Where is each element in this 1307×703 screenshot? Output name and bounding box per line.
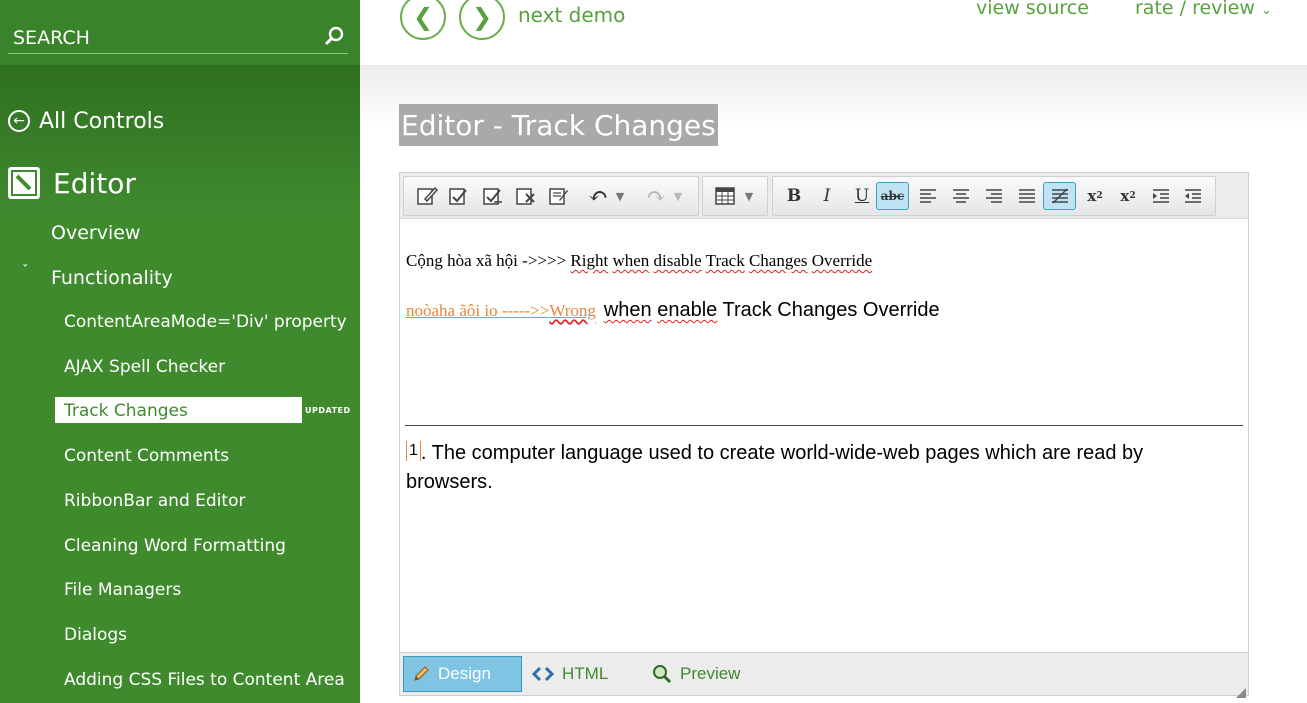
sub-item-cleaning-word[interactable]: Cleaning Word Formatting	[64, 536, 286, 556]
align-right-icon[interactable]	[980, 182, 1008, 210]
sub-item-spell-checker[interactable]: AJAX Spell Checker	[64, 357, 225, 377]
rich-text-editor: ↶ ▼ ↷ ▼ ▼ B I U abc x2 x2 Cộng hòa xã hộ…	[399, 172, 1249, 698]
line2-word: when	[603, 299, 652, 321]
line2-rest: Track Changes Override	[717, 299, 940, 321]
content-line-1: Cộng hòa xã hội ->>>> Right when disable…	[406, 251, 872, 271]
line3-text: . The computer language used to create w…	[406, 442, 1144, 493]
enable-track-changes-icon[interactable]	[413, 182, 441, 210]
top-bar: ❮ ❯ next demo view source rate / review …	[360, 0, 1307, 65]
editor-toolbar: ↶ ▼ ↷ ▼ ▼ B I U abc x2 x2	[400, 173, 1248, 219]
line2-word: enable	[657, 299, 718, 321]
sub-item-adding-css[interactable]: Adding CSS Files to Content Area	[64, 670, 345, 690]
tab-design[interactable]: Design	[403, 656, 522, 692]
align-left-icon[interactable]	[914, 182, 942, 210]
tracked-insertion: noòaha ãôi io ----->>Wrong	[406, 301, 596, 320]
editor-mode-bar: Design HTML Preview	[400, 652, 1248, 698]
redo-dropdown-icon: ▼	[673, 189, 683, 203]
bold-icon[interactable]: B	[780, 182, 808, 210]
table-icon[interactable]	[711, 182, 739, 210]
content-line-3: 1. The computer language used to create …	[406, 439, 1206, 497]
table-tool-group: ▼	[702, 176, 768, 216]
sub-item-file-managers[interactable]: File Managers	[64, 580, 181, 600]
line1-word: Track	[705, 251, 745, 270]
table-dropdown-icon[interactable]: ▼	[741, 182, 757, 210]
accept-all-changes-icon[interactable]	[479, 182, 507, 210]
tracked-insertion-text: noòaha ãôi io ----->>	[406, 301, 550, 320]
line1-word: Right	[570, 251, 609, 270]
chevron-down-icon[interactable]: ˇ	[22, 264, 29, 279]
nav-item-overview[interactable]: Overview	[51, 222, 140, 244]
tab-html-label: HTML	[562, 664, 609, 683]
align-center-icon[interactable]	[947, 182, 975, 210]
magnifier-icon	[652, 664, 672, 684]
tab-preview[interactable]: Preview	[650, 656, 740, 692]
superscript-icon[interactable]: x2	[1081, 182, 1109, 210]
search-box	[0, 0, 360, 65]
sidebar: ← All Controls Editor Overview ˇ Functio…	[0, 0, 360, 703]
back-arrow-icon: ←	[8, 110, 30, 132]
rate-review-link[interactable]: rate / review ⌄	[1135, 0, 1272, 19]
indent-icon[interactable]	[1147, 182, 1175, 210]
sub-item-dialogs[interactable]: Dialogs	[64, 625, 127, 645]
chevron-right-icon: ❯	[471, 3, 493, 31]
tab-preview-label: Preview	[680, 664, 741, 683]
editor-content-area[interactable]: Cộng hòa xã hội ->>>> Right when disable…	[400, 219, 1248, 651]
subscript-icon[interactable]: x2	[1114, 182, 1142, 210]
page-title: Editor - Track Changes	[399, 104, 718, 146]
nav-item-functionality[interactable]: Functionality	[51, 267, 173, 289]
line1-word: disable	[653, 251, 702, 270]
line1-prefix: Cộng hòa xã hội ->>>>	[406, 251, 571, 270]
next-demo-button[interactable]: ❯	[459, 0, 505, 40]
pencil-icon	[412, 665, 430, 683]
sub-item-content-area-mode[interactable]: ContentAreaMode='Div' property	[64, 312, 347, 332]
sub-item-ribbonbar[interactable]: RibbonBar and Editor	[64, 491, 245, 511]
tab-design-label: Design	[438, 664, 491, 683]
editor-icon	[8, 167, 40, 199]
line2-text: when enable Track Changes Override	[604, 299, 940, 321]
remove-alignment-icon[interactable]	[1043, 182, 1076, 210]
reject-all-changes-icon[interactable]	[545, 182, 573, 210]
reject-change-icon[interactable]	[512, 182, 540, 210]
resize-handle-icon[interactable]	[1236, 683, 1246, 698]
section-title: Editor	[8, 166, 136, 200]
view-source-link[interactable]: view source	[976, 0, 1089, 19]
horizontal-rule	[405, 425, 1243, 426]
redo-icon: ↷	[645, 182, 667, 210]
undo-dropdown-icon[interactable]: ▼	[612, 182, 628, 210]
main-content: Editor - Track Changes ↶ ▼ ↷ ▼ ▼ B I U a…	[360, 65, 1307, 703]
chevron-left-icon: ❮	[412, 3, 434, 31]
search-icon[interactable]	[323, 26, 345, 48]
line1-word: Changes	[748, 251, 808, 270]
accept-change-icon[interactable]	[445, 182, 473, 210]
sub-item-track-changes[interactable]: Track Changes	[55, 397, 302, 423]
updated-badge: UPDATED	[305, 406, 351, 415]
all-controls-label: All Controls	[39, 108, 165, 134]
section-title-label: Editor	[53, 166, 136, 200]
strikethrough-icon[interactable]: abc	[876, 182, 909, 210]
tracked-insertion-word: Wrong	[549, 301, 596, 320]
rate-review-label: rate / review	[1135, 0, 1255, 19]
line1-word: Override	[811, 251, 873, 270]
code-icon	[532, 666, 554, 682]
justify-icon[interactable]	[1013, 182, 1041, 210]
track-changes-tool-group: ↶ ▼ ↷ ▼	[403, 176, 699, 216]
formatting-tool-group: B I U abc x2 x2	[772, 176, 1216, 216]
prev-demo-button[interactable]: ❮	[400, 0, 446, 40]
underline-icon[interactable]: U	[848, 182, 876, 210]
all-controls-link[interactable]: ← All Controls	[8, 107, 164, 135]
next-demo-link[interactable]: next demo	[518, 3, 625, 27]
line1-word: when	[612, 251, 650, 270]
content-line-2: noòaha ãôi io ----->>Wrong when enable Tr…	[406, 299, 940, 322]
tracked-number: 1	[406, 441, 421, 461]
chevron-down-icon: ⌄	[1260, 3, 1272, 18]
sub-item-content-comments[interactable]: Content Comments	[64, 446, 229, 466]
tab-html[interactable]: HTML	[530, 656, 608, 692]
search-input[interactable]	[8, 22, 348, 54]
outdent-icon[interactable]	[1179, 182, 1207, 210]
undo-icon[interactable]: ↶	[584, 182, 612, 210]
italic-icon[interactable]: I	[813, 182, 841, 210]
